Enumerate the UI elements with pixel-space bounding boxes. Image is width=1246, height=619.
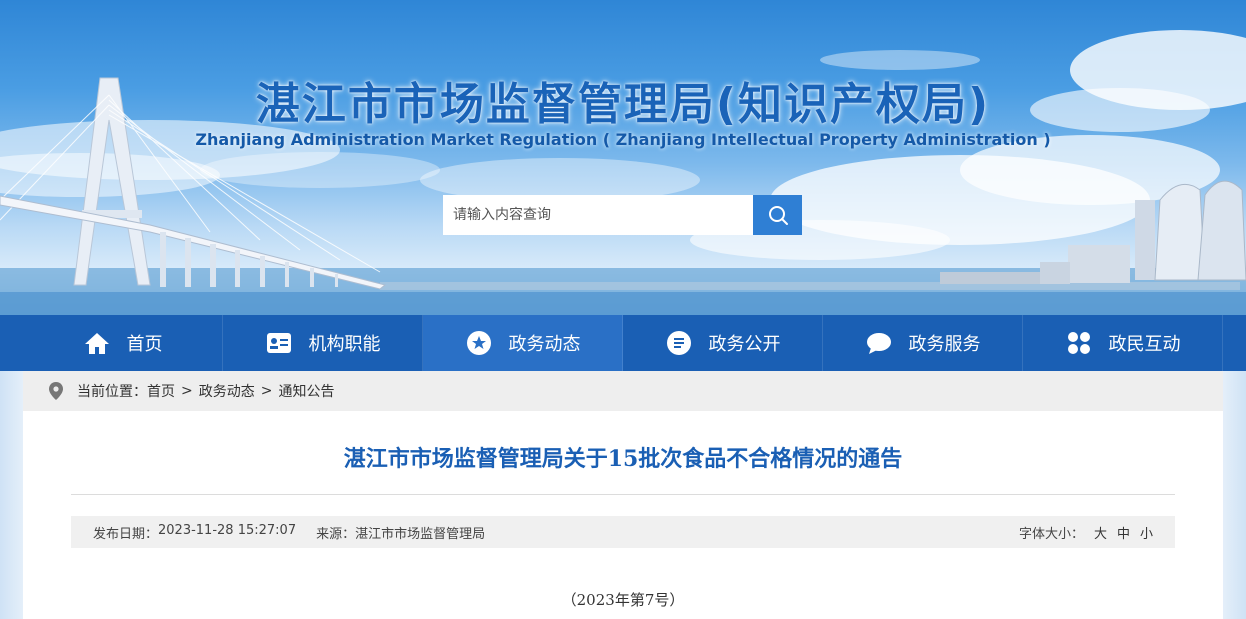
font-size-small[interactable]: 小 <box>1140 523 1153 542</box>
header-banner: 湛江市市场监督管理局(知识产权局) Zhanjiang Administrati… <box>0 0 1246 315</box>
nav-item-label: 政务动态 <box>508 334 581 355</box>
font-size-large[interactable]: 大 <box>1094 523 1107 542</box>
search-box <box>443 195 802 235</box>
publish-date: 2023-11-28 15:27:07 <box>158 522 297 538</box>
grid-icon <box>1065 329 1093 357</box>
nav-item-services[interactable]: 政务服务 <box>823 315 1023 371</box>
location-pin-icon <box>49 382 63 400</box>
nav-item-label: 首页 <box>126 334 163 355</box>
article-title: 湛江市市场监督管理局关于15批次食品不合格情况的通告 <box>343 446 903 472</box>
breadcrumb-prefix: 当前位置： <box>77 384 147 400</box>
title-divider <box>71 494 1175 495</box>
breadcrumb: 当前位置： 首页 > 政务动态 > 通知公告 <box>23 371 1223 411</box>
home-icon <box>83 329 111 357</box>
source-label: 来源： <box>316 526 356 542</box>
breadcrumb-home-link[interactable]: 首页 <box>147 381 175 401</box>
banner-scenery <box>0 30 1246 315</box>
nav-item-news[interactable]: 政务动态 <box>423 315 623 371</box>
site-title: 湛江市市场监督管理局(知识产权局) <box>255 79 991 130</box>
nav-item-label: 政务公开 <box>708 334 781 355</box>
source-value: 湛江市市场监督管理局 <box>355 526 486 542</box>
breadcrumb-notice-link[interactable]: 通知公告 <box>278 381 334 401</box>
site-subtitle: Zhanjiang Administration Market Regulati… <box>195 130 1051 149</box>
breadcrumb-separator: > <box>181 383 193 399</box>
main-nav: 首页 机构职能 政务动态 政务公开 政务服务 政民互动 <box>0 315 1246 371</box>
nav-item-interaction[interactable]: 政民互动 <box>1023 315 1223 371</box>
publish-date-label: 发布日期： <box>93 526 159 542</box>
nav-item-label: 政民互动 <box>1108 334 1181 355</box>
document-icon <box>665 329 693 357</box>
nav-item-label: 政务服务 <box>908 334 981 355</box>
font-size-label: 字体大小： <box>1018 526 1084 542</box>
nav-item-functions[interactable]: 机构职能 <box>223 315 423 371</box>
breadcrumb-news-link[interactable]: 政务动态 <box>199 381 255 401</box>
search-icon <box>768 206 788 225</box>
nav-item-label: 机构职能 <box>308 334 381 355</box>
breadcrumb-separator: > <box>260 383 273 399</box>
document-number: （2023年第7号） <box>561 591 685 609</box>
id-card-icon <box>265 329 293 357</box>
search-button[interactable] <box>753 195 802 235</box>
nav-item-home[interactable]: 首页 <box>23 315 223 371</box>
search-input[interactable] <box>443 195 753 235</box>
article-meta-info: 发布日期： 2023-11-28 15:27:07 来源： 湛江市市场监督管理局 <box>93 523 485 542</box>
article-meta-bar: 发布日期： 2023-11-28 15:27:07 来源： 湛江市市场监督管理局… <box>71 516 1175 548</box>
star-icon <box>465 329 493 357</box>
font-size-medium[interactable]: 中 <box>1117 523 1130 542</box>
nav-item-disclosure[interactable]: 政务公开 <box>623 315 823 371</box>
chat-bubble-icon <box>865 329 893 357</box>
font-size-control: 字体大小： 大 中 小 <box>1019 523 1153 542</box>
